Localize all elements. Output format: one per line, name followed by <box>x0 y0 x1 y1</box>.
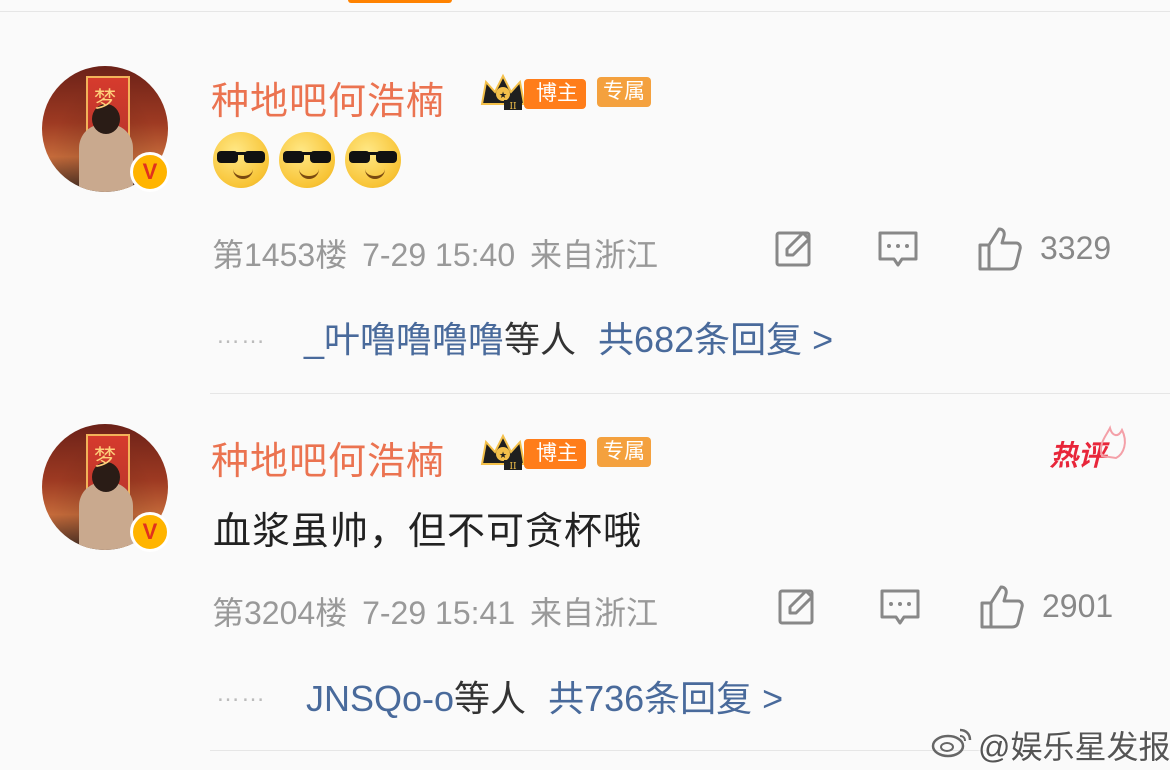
reply-users[interactable]: JNSQo-o <box>306 678 454 719</box>
svg-text:II: II <box>509 462 517 472</box>
crown-icon: ★ II <box>480 433 526 472</box>
location: 来自浙江 <box>530 595 659 631</box>
verified-v-icon: V <box>130 512 170 552</box>
timestamp: 7-29 15:40 <box>362 237 516 273</box>
location: 来自浙江 <box>530 237 659 273</box>
emoji-cool-icon <box>279 132 335 188</box>
comment-meta: 第3204楼 7-29 15:41 来自浙江 <box>212 588 658 634</box>
active-tab-indicator <box>348 0 452 3</box>
timestamp: 7-29 15:41 <box>362 595 516 631</box>
badge-blogger: 博主 <box>524 79 586 109</box>
comment-content: 血浆虽帅，但不可贪杯哦 <box>213 511 643 553</box>
emoji-cool-icon <box>213 132 269 188</box>
username[interactable]: 种地吧何浩楠 <box>211 70 445 125</box>
reply-users[interactable]: _叶噜噜噜噜 <box>304 319 504 360</box>
top-divider <box>0 11 1170 12</box>
comment-divider <box>210 393 1170 394</box>
svg-text:★: ★ <box>499 91 507 101</box>
reply-others-label: 等人 <box>454 678 527 719</box>
badge-exclusive: 专属 <box>597 77 651 107</box>
comment-divider <box>210 750 990 751</box>
floor-number: 第1453楼 <box>212 237 348 273</box>
floor-number: 第3204楼 <box>212 595 348 631</box>
replies-ellipsis: …… <box>216 680 266 707</box>
repost-icon[interactable] <box>773 227 817 271</box>
like-count: 3329 <box>1040 230 1112 266</box>
view-replies-link[interactable]: 共682条回复 > <box>598 319 833 360</box>
reply-others-label: 等人 <box>504 319 577 360</box>
badge-blogger: 博主 <box>524 439 586 469</box>
replies-preview[interactable]: JNSQo-o等人 共736条回复 > <box>306 670 783 722</box>
comment-meta: 第1453楼 7-29 15:40 来自浙江 <box>212 230 658 276</box>
svg-text:★: ★ <box>499 451 507 461</box>
watermark: @娱乐星发报 <box>978 729 1170 765</box>
repost-icon[interactable] <box>776 585 820 629</box>
crown-icon: ★ II <box>480 73 526 112</box>
username[interactable]: 种地吧何浩楠 <box>211 430 445 485</box>
like-icon[interactable] <box>978 583 1026 631</box>
emoji-cool-icon <box>345 132 401 188</box>
view-replies-link[interactable]: 共736条回复 > <box>548 678 783 719</box>
like-count: 2901 <box>1042 588 1114 624</box>
badge-exclusive: 专属 <box>597 437 651 467</box>
replies-preview[interactable]: _叶噜噜噜噜等人 共682条回复 > <box>304 311 833 363</box>
weibo-logo-icon <box>931 728 972 758</box>
comment-content <box>213 132 401 188</box>
comment-icon[interactable] <box>878 585 922 629</box>
verified-v-icon: V <box>130 152 170 192</box>
comment-icon[interactable] <box>876 227 920 271</box>
hot-flame-icon <box>1100 425 1126 460</box>
replies-ellipsis: …… <box>216 322 266 349</box>
like-icon[interactable] <box>976 225 1024 273</box>
svg-text:II: II <box>509 102 517 112</box>
